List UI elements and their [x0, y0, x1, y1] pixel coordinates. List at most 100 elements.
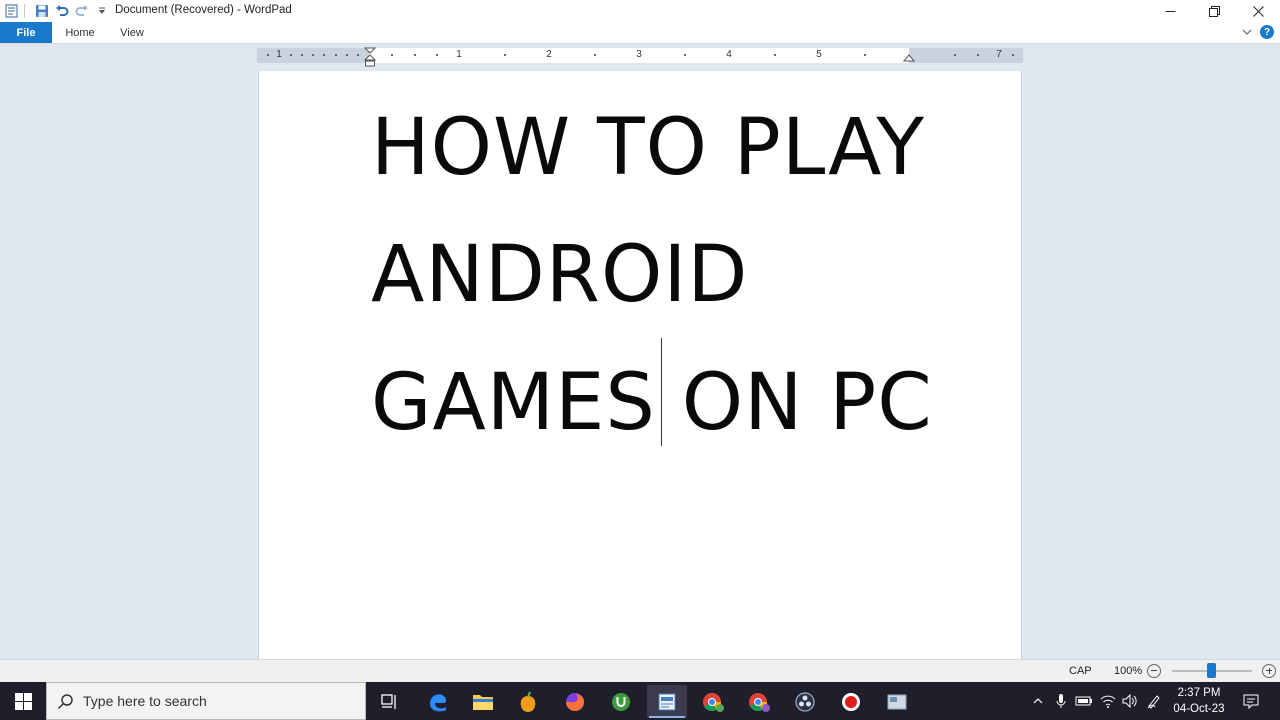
app-window-icon	[887, 694, 907, 709]
zoom-out-icon[interactable]	[1147, 664, 1161, 678]
ruler-label: 5	[816, 49, 822, 60]
notification-icon	[1243, 694, 1259, 709]
customize-qat-icon[interactable]	[93, 2, 111, 20]
tab-view[interactable]: View	[112, 22, 152, 43]
volume-tray[interactable]	[1119, 682, 1141, 720]
ruler-tick	[290, 54, 292, 56]
wifi-tray[interactable]	[1097, 682, 1119, 720]
wordpad-icon	[658, 693, 676, 710]
clock-time: 2:37 PM	[1177, 687, 1221, 699]
pen-icon	[1147, 695, 1160, 709]
ruler-tick	[335, 54, 337, 56]
ruler-tick	[312, 54, 314, 56]
ruler-tick	[864, 54, 866, 56]
chevron-down-icon[interactable]	[1240, 25, 1254, 39]
fruit-icon	[520, 691, 536, 712]
chevron-up-icon	[1033, 698, 1043, 704]
search-icon	[57, 694, 73, 710]
taskbar-wordpad[interactable]	[647, 685, 687, 718]
tab-home[interactable]: Home	[56, 22, 104, 43]
document-line[interactable]: ANDROID	[371, 236, 748, 314]
tab-file[interactable]: File	[0, 22, 52, 43]
taskbar-obs[interactable]	[785, 685, 825, 718]
firefox-icon	[566, 692, 584, 711]
notification-center[interactable]	[1236, 682, 1266, 720]
divider	[24, 4, 25, 18]
right-indent-marker[interactable]	[903, 54, 915, 64]
ruler-tick	[504, 54, 506, 56]
ruler-label: 2	[546, 49, 552, 60]
ribbon-tab-bar: File Home View ?	[0, 22, 1280, 44]
text-caret	[661, 338, 662, 446]
caps-lock-indicator: CAP	[1069, 665, 1092, 677]
system-clock[interactable]: 2:37 PM 04-Oct-23	[1166, 685, 1232, 717]
chrome-icon	[749, 692, 770, 712]
folder-icon	[473, 694, 493, 710]
ruler-label: 1	[276, 49, 282, 60]
ruler-tick	[684, 54, 686, 56]
redo-icon[interactable]	[73, 2, 91, 20]
window-title: Document (Recovered) - WordPad	[115, 4, 292, 16]
ruler-tick	[357, 54, 359, 56]
zoom-level[interactable]: 100%	[1114, 665, 1142, 677]
document-page[interactable]: HOW TO PLAY ANDROID GAMES ON PC	[258, 71, 1022, 661]
ruler-tick	[977, 54, 979, 56]
taskbar-firefox[interactable]	[555, 685, 595, 718]
taskbar-fl-studio[interactable]	[508, 685, 548, 718]
windows-icon	[14, 692, 32, 710]
search-input[interactable]	[83, 683, 353, 719]
ruler-tick	[391, 54, 393, 56]
close-icon	[1252, 5, 1264, 17]
clock-date: 04-Oct-23	[1173, 703, 1225, 715]
ruler-tick	[323, 54, 325, 56]
minimize-button[interactable]	[1148, 0, 1192, 22]
ruler-tick	[594, 54, 596, 56]
document-line[interactable]: HOW TO PLAY	[371, 109, 925, 187]
ruler-label: 4	[726, 49, 732, 60]
taskbar-utorrent[interactable]	[601, 685, 641, 718]
utorrent-icon	[612, 692, 630, 711]
ruler-tick	[346, 54, 348, 56]
restore-button[interactable]	[1192, 0, 1236, 22]
restore-icon	[1208, 5, 1220, 17]
close-button[interactable]	[1236, 0, 1280, 22]
microphone-tray[interactable]	[1051, 682, 1071, 720]
ruler-tick	[436, 54, 438, 56]
taskbar-search[interactable]	[46, 682, 366, 720]
start-button[interactable]	[0, 682, 46, 720]
battery-tray[interactable]	[1073, 682, 1095, 720]
ruler-label: 7	[996, 49, 1002, 60]
status-bar: CAP 100%	[0, 659, 1280, 682]
obs-icon	[795, 691, 815, 712]
ruler-tick	[267, 54, 269, 56]
help-icon[interactable]: ?	[1260, 25, 1274, 39]
ruler-tick	[414, 54, 416, 56]
left-indent-marker[interactable]	[364, 47, 376, 69]
pen-tray[interactable]	[1143, 682, 1165, 720]
ruler-tick	[1012, 54, 1014, 56]
ruler-label: 3	[636, 49, 642, 60]
ruler-right-margin	[909, 48, 1023, 63]
ruler-tick	[774, 54, 776, 56]
zoom-in-icon[interactable]	[1262, 664, 1276, 678]
taskbar-app[interactable]	[877, 685, 917, 718]
task-view-button[interactable]	[370, 685, 410, 718]
save-icon[interactable]	[33, 2, 51, 20]
zoom-slider-thumb[interactable]	[1207, 663, 1216, 678]
minimize-icon	[1165, 10, 1175, 12]
ruler-tick	[301, 54, 303, 56]
taskbar-chrome-m[interactable]	[739, 685, 779, 718]
battery-icon	[1075, 696, 1092, 706]
taskbar-recorder[interactable]	[831, 685, 871, 718]
chrome-icon	[703, 692, 724, 712]
taskbar-chrome-a[interactable]	[693, 685, 733, 718]
undo-icon[interactable]	[53, 2, 71, 20]
taskbar-edge[interactable]	[418, 685, 458, 718]
document-line[interactable]: GAMES ON PC	[371, 364, 933, 442]
wordpad-icon[interactable]	[2, 2, 20, 20]
taskbar-file-explorer[interactable]	[463, 685, 503, 718]
show-hidden-icons[interactable]	[1028, 682, 1048, 720]
title-bar: Document (Recovered) - WordPad	[0, 0, 1280, 22]
quick-access-toolbar	[0, 2, 111, 20]
record-icon	[842, 692, 860, 711]
